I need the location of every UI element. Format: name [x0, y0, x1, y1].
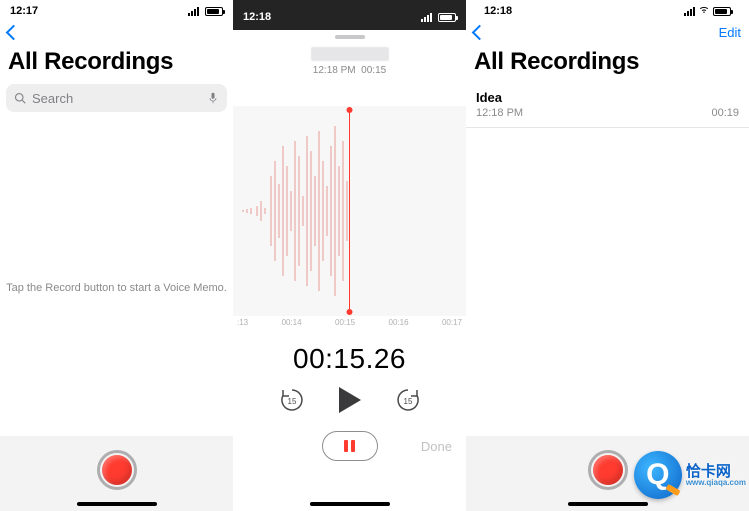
recording-subtitle: 12:18 PM 00:15	[233, 65, 466, 76]
home-indicator[interactable]	[310, 502, 390, 506]
search-field[interactable]: Search	[6, 84, 227, 112]
waveform-icon	[233, 106, 466, 316]
recording-title-redacted[interactable]	[311, 47, 389, 61]
search-placeholder: Search	[32, 91, 201, 106]
tick-label: 00:15	[335, 318, 355, 327]
status-indicators	[684, 5, 731, 17]
timeline-ticks: :13 00:14 00:15 00:16 00:17	[233, 316, 466, 327]
recording-duration: 00:19	[711, 107, 739, 119]
back-chevron-icon[interactable]	[6, 24, 22, 40]
watermark: Q 恰卡网 www.qiaqa.com	[634, 451, 746, 499]
page-title: All Recordings	[0, 44, 233, 84]
home-indicator[interactable]	[77, 502, 157, 506]
home-indicator[interactable]	[568, 502, 648, 506]
record-button[interactable]	[588, 450, 628, 490]
watermark-text: 恰卡网 www.qiaqa.com	[686, 464, 746, 487]
bottom-toolbar	[0, 436, 233, 511]
mic-icon[interactable]	[207, 92, 219, 104]
playback-controls: 15 15	[233, 387, 466, 413]
record-row: Done	[233, 431, 466, 461]
status-indicators	[188, 5, 223, 17]
nav-bar	[0, 20, 233, 44]
phone-empty-list: 12:17 All Recordings Search Tap the Reco…	[0, 0, 233, 511]
pause-button[interactable]	[322, 431, 378, 461]
recording-name: Idea	[476, 90, 739, 105]
status-time: 12:17	[10, 5, 38, 17]
watermark-brand: 恰卡网	[686, 464, 746, 479]
play-button[interactable]	[339, 387, 361, 413]
page-title: All Recordings	[466, 44, 749, 84]
svg-text:15: 15	[287, 397, 296, 406]
search-icon	[14, 92, 26, 104]
nav-bar: Edit	[466, 20, 749, 44]
record-dot-icon	[102, 455, 132, 485]
battery-icon	[438, 13, 456, 22]
status-time: 12:18	[484, 5, 512, 17]
done-button[interactable]: Done	[421, 439, 452, 454]
tick-label: 00:16	[389, 318, 409, 327]
phone-list-with-item: 12:18 Edit All Recordings Idea 12:18 PM …	[466, 0, 749, 511]
battery-icon	[713, 7, 731, 16]
record-button[interactable]	[97, 450, 137, 490]
recording-list-item[interactable]: Idea 12:18 PM 00:19	[466, 84, 749, 128]
cellular-icon	[188, 7, 199, 16]
back-chevron-icon[interactable]	[472, 24, 488, 40]
battery-icon	[205, 7, 223, 16]
status-bar: 12:18	[233, 0, 466, 30]
cellular-icon	[684, 7, 695, 16]
status-bar: 12:18	[466, 0, 749, 20]
elapsed-time: 00:15.26	[233, 343, 466, 375]
empty-state-text: Tap the Record button to start a Voice M…	[0, 112, 233, 294]
waveform-area[interactable]	[233, 106, 466, 316]
recording-duration: 00:15	[361, 65, 386, 76]
wifi-icon	[698, 5, 710, 17]
svg-text:15: 15	[403, 397, 412, 406]
tick-label: :13	[237, 318, 248, 327]
phone-recording-active: 12:18 12:18 PM 00:15	[233, 0, 466, 511]
cellular-icon	[421, 13, 432, 22]
watermark-url: www.qiaqa.com	[686, 479, 746, 487]
status-indicators	[421, 11, 456, 23]
skip-back-button[interactable]: 15	[279, 387, 305, 413]
tick-label: 00:14	[282, 318, 302, 327]
status-bar: 12:17	[0, 0, 233, 20]
status-time: 12:18	[243, 11, 271, 23]
sheet-grabber[interactable]	[335, 35, 365, 39]
skip-forward-button[interactable]: 15	[395, 387, 421, 413]
watermark-logo-icon: Q	[634, 451, 682, 499]
tick-label: 00:17	[442, 318, 462, 327]
recording-time: 12:18 PM	[476, 107, 523, 119]
edit-button[interactable]: Edit	[719, 25, 741, 40]
record-dot-icon	[593, 455, 623, 485]
recording-time: 12:18 PM	[313, 65, 356, 76]
